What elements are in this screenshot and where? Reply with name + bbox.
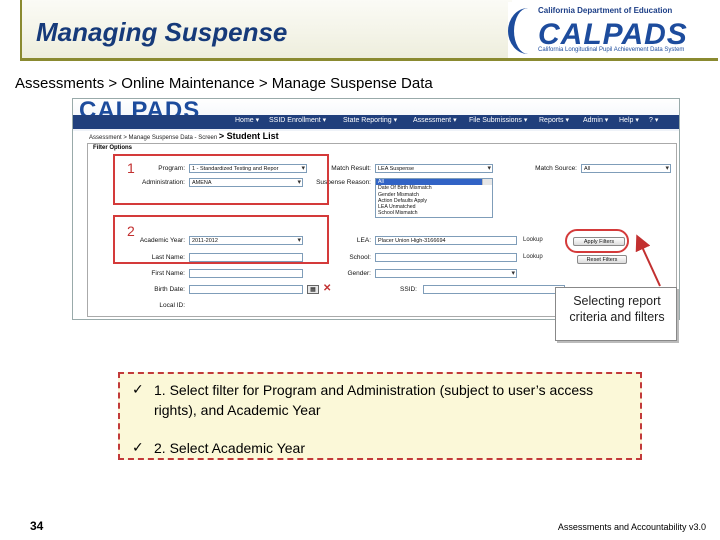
- nav-state-reporting[interactable]: State Reporting ▾: [343, 116, 397, 124]
- first-name-input[interactable]: [189, 269, 303, 278]
- callout-box: Selecting report criteria and filters: [555, 287, 677, 341]
- clear-icon[interactable]: ✕: [323, 284, 331, 294]
- note-2: 2. Select Academic Year: [154, 440, 305, 456]
- marker-2: 2: [127, 223, 135, 239]
- check-icon: ✓: [132, 440, 144, 456]
- marker-1: 1: [127, 160, 135, 176]
- highlight-box-1: [113, 154, 329, 205]
- app-crumb-path[interactable]: Assessment > Manage Suspense Data - Scre…: [89, 135, 217, 141]
- nav-admin[interactable]: Admin ▾: [583, 116, 608, 124]
- callout-arrow: [635, 234, 661, 287]
- callout-text: Selecting report criteria and filters: [569, 294, 665, 324]
- match-result-select[interactable]: LEA Suspense: [375, 164, 493, 173]
- nav-assessment[interactable]: Assessment ▾: [413, 116, 457, 124]
- lea-label: LEA:: [356, 237, 371, 244]
- gender-select[interactable]: [375, 269, 517, 278]
- logo-department: California Department of Education: [538, 6, 673, 15]
- nav-file-submissions[interactable]: File Submissions ▾: [469, 116, 527, 124]
- ssid-label: SSID:: [400, 286, 417, 293]
- match-source-label: Match Source:: [535, 165, 577, 172]
- school-input[interactable]: [375, 253, 517, 262]
- lea-input[interactable]: Placer Union High-3166694: [375, 236, 517, 245]
- lea-lookup-link[interactable]: Lookup: [523, 237, 543, 243]
- breadcrumb: Assessments > Online Maintenance > Manag…: [15, 75, 433, 92]
- slide-title: Managing Suspense: [36, 17, 288, 47]
- match-source-select[interactable]: All: [581, 164, 671, 173]
- school-label: School:: [349, 254, 371, 261]
- note-1: 1. Select filter for Program and Adminis…: [154, 382, 594, 418]
- nav-question[interactable]: ? ▾: [649, 116, 658, 124]
- birth-date-label: Birth Date:: [154, 286, 185, 293]
- suspense-reason-list[interactable]: All Date Of Birth Mismatch Gender Mismat…: [375, 178, 493, 218]
- app-breadcrumb: Assessment > Manage Suspense Data - Scre…: [89, 131, 279, 141]
- suspense-reason-scrollbar[interactable]: [482, 179, 492, 186]
- highlight-box-2: [113, 215, 329, 264]
- school-lookup-link[interactable]: Lookup: [523, 254, 543, 260]
- nav-help[interactable]: Help ▾: [619, 116, 639, 124]
- gender-label: Gender:: [347, 270, 372, 277]
- footer-text: Assessments and Accountability v3.0: [557, 522, 706, 532]
- title-bar: Managing Suspense: [20, 0, 512, 61]
- calendar-icon[interactable]: ▦: [307, 285, 319, 294]
- birth-date-input[interactable]: [189, 285, 303, 294]
- notes-box: ✓ 1. Select filter for Program and Admin…: [118, 372, 642, 460]
- nav-ssid-enrollment[interactable]: SSID Enrollment ▾: [269, 116, 326, 124]
- app-crumb-current: > Student List: [218, 131, 279, 141]
- page-number: 34: [30, 519, 44, 533]
- logo-tagline: California Longitudinal Pupil Achievemen…: [538, 47, 685, 53]
- local-id-label: Local ID:: [159, 302, 185, 309]
- check-icon: ✓: [132, 382, 144, 398]
- nav-reports[interactable]: Reports ▾: [539, 116, 569, 124]
- app-nav-bar: Home ▾ SSID Enrollment ▾ State Reporting…: [73, 115, 679, 129]
- filter-options-title: Filter Options: [93, 145, 132, 151]
- calpads-logo: California Department of Education CALPA…: [508, 2, 718, 61]
- nav-home[interactable]: Home ▾: [235, 116, 259, 124]
- first-name-label: First Name:: [151, 270, 185, 277]
- suspense-reason-option[interactable]: School Mismatch: [376, 210, 492, 216]
- ssid-input[interactable]: [423, 285, 565, 294]
